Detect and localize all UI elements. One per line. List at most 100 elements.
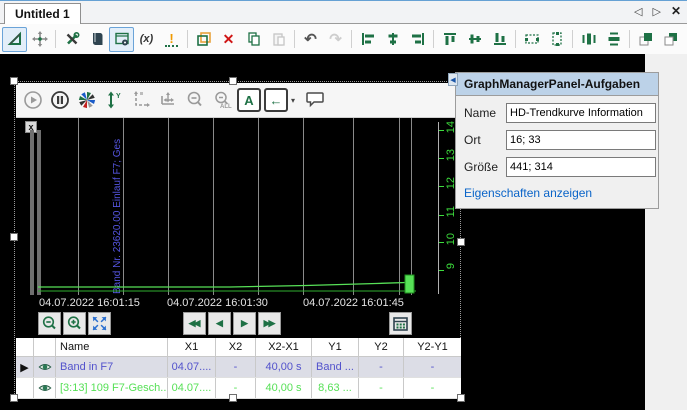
- y-scale-button[interactable]: Y: [102, 88, 126, 112]
- name-label: Name: [464, 106, 506, 120]
- header-x2x1[interactable]: X2-X1: [256, 338, 312, 356]
- cell-x2: -: [216, 357, 256, 377]
- tab-untitled-1[interactable]: Untitled 1: [4, 3, 81, 24]
- selection-handle-top-middle[interactable]: [229, 77, 237, 85]
- distribute-horizontal-button[interactable]: [576, 27, 601, 52]
- range-zoom-in-button[interactable]: [63, 312, 86, 335]
- nav-next-button[interactable]: ▶: [233, 312, 256, 335]
- comment-button[interactable]: [303, 88, 327, 112]
- name-input[interactable]: [506, 103, 656, 123]
- selection-handle-bottom-right[interactable]: [457, 394, 465, 402]
- zoom-out-icon: [185, 90, 205, 110]
- application-window: Untitled 1 ◁ ▷ ✕ (x) !: [0, 0, 687, 410]
- panel-collapse-button[interactable]: ◀: [448, 73, 458, 86]
- history-back-dropdown[interactable]: ▾: [291, 96, 300, 105]
- design-mode-button[interactable]: [2, 27, 27, 52]
- next-tab-icon[interactable]: ▷: [652, 5, 660, 18]
- pause-button[interactable]: [48, 88, 72, 112]
- row-marker: ▶: [16, 357, 34, 377]
- main-toolbar: (x) ! ✕ ↶ ↷: [0, 24, 687, 54]
- selection-handle-top-left[interactable]: [10, 77, 18, 85]
- header-x2[interactable]: X2: [216, 338, 256, 356]
- toolbar-separator: [294, 30, 295, 48]
- align-middle-button[interactable]: [462, 27, 487, 52]
- library-button[interactable]: [84, 27, 109, 52]
- zoom-all-button[interactable]: ALL: [210, 88, 234, 112]
- pause-icon: [50, 90, 70, 110]
- duplicate-window-button[interactable]: [191, 27, 216, 52]
- header-x1[interactable]: X1: [168, 338, 216, 356]
- tab-navigation: ◁ ▷ ✕: [634, 4, 681, 18]
- x-axis-label: 04.07.2022 16:01:45: [303, 297, 404, 309]
- tools-button[interactable]: [59, 27, 84, 52]
- prev-icon: ◀: [216, 318, 223, 329]
- header-name[interactable]: Name: [56, 338, 168, 356]
- visibility-eye-button[interactable]: [34, 357, 56, 377]
- selection-handle-bottom-middle[interactable]: [229, 394, 237, 402]
- redo-button[interactable]: ↷: [323, 27, 348, 52]
- selection-handle-bottom-left[interactable]: [10, 394, 18, 402]
- align-top-button[interactable]: [437, 27, 462, 52]
- header-y1[interactable]: Y1: [312, 338, 359, 356]
- delete-button[interactable]: ✕: [216, 27, 241, 52]
- event-marker-button[interactable]: !: [159, 27, 184, 52]
- move-mode-button[interactable]: [27, 27, 52, 52]
- function-button[interactable]: (x): [134, 27, 159, 52]
- close-tab-icon[interactable]: ✕: [671, 4, 681, 18]
- paste-button[interactable]: [266, 27, 291, 52]
- same-width-icon: [524, 31, 540, 47]
- distribute-vertical-button[interactable]: [601, 27, 626, 52]
- align-bottom-button[interactable]: [487, 27, 512, 52]
- zoom-out-button[interactable]: [183, 88, 207, 112]
- cell-y2y1: -: [404, 378, 461, 398]
- table-header-row: Name X1 X2 X2-X1 Y1 Y2 Y2-Y1: [16, 338, 461, 357]
- nav-last-button[interactable]: ▶▶: [258, 312, 281, 335]
- nav-prev-button[interactable]: ◀: [208, 312, 231, 335]
- axis-zoom-button[interactable]: [129, 88, 153, 112]
- selection-handle-middle-left[interactable]: [10, 233, 18, 241]
- cell-y2: -: [359, 357, 404, 377]
- header-y2[interactable]: Y2: [359, 338, 404, 356]
- groesse-label: Größe: [464, 160, 506, 174]
- plot-area[interactable]: x Band Nr. 23620.00 Einlauf F7; Ges: [16, 118, 460, 297]
- nav-first-button[interactable]: ◀◀: [183, 312, 206, 335]
- task-panel-title: GraphManagerPanel-Aufgaben: [456, 73, 658, 96]
- annotation-button[interactable]: A: [237, 88, 261, 112]
- calendar-icon: [392, 315, 409, 332]
- tab-label: Untitled 1: [15, 7, 70, 21]
- same-width-button[interactable]: [519, 27, 544, 52]
- ort-input[interactable]: [506, 130, 656, 150]
- axis-zoom-icon: [131, 90, 151, 110]
- groesse-input[interactable]: [506, 157, 656, 177]
- range-zoom-out-button[interactable]: [38, 312, 61, 335]
- bring-to-front-button[interactable]: [633, 27, 658, 52]
- history-back-button[interactable]: ←: [264, 88, 288, 112]
- show-properties-link[interactable]: Eigenschaften anzeigen: [464, 186, 650, 200]
- align-right-button[interactable]: [405, 27, 430, 52]
- table-row[interactable]: [3:13] 109 F7-Gesch... 04.07.... - 40,00…: [16, 378, 461, 399]
- play-button[interactable]: [21, 88, 45, 112]
- eye-icon: [38, 381, 52, 395]
- send-to-back-button[interactable]: [658, 27, 683, 52]
- undo-button[interactable]: ↶: [298, 27, 323, 52]
- same-height-button[interactable]: [544, 27, 569, 52]
- next-icon: ▶: [241, 318, 248, 329]
- align-left-button[interactable]: [355, 27, 380, 52]
- copy-button[interactable]: [241, 27, 266, 52]
- align-center-button[interactable]: [380, 27, 405, 52]
- graph-toolbar: Y ALL A ← ▾: [16, 83, 460, 118]
- toolbar-separator: [351, 30, 352, 48]
- table-row[interactable]: ▶ Band in F7 04.07.... - 40,00 s Band ..…: [16, 357, 461, 378]
- fit-view-button[interactable]: [88, 312, 111, 335]
- selection-handle-middle-right[interactable]: [457, 238, 465, 246]
- curve-colors-button[interactable]: [75, 88, 99, 112]
- send-backward-button[interactable]: [683, 27, 687, 52]
- prev-tab-icon[interactable]: ◁: [634, 5, 642, 18]
- panel-config-button[interactable]: [109, 27, 134, 52]
- header-y2y1[interactable]: Y2-Y1: [404, 338, 461, 356]
- graph-manager-panel-control[interactable]: Y ALL A ← ▾: [14, 81, 461, 398]
- pan-button[interactable]: [156, 88, 180, 112]
- expand-arrows-icon: [91, 315, 108, 332]
- visibility-eye-button[interactable]: [34, 378, 56, 398]
- calendar-button[interactable]: [389, 312, 412, 335]
